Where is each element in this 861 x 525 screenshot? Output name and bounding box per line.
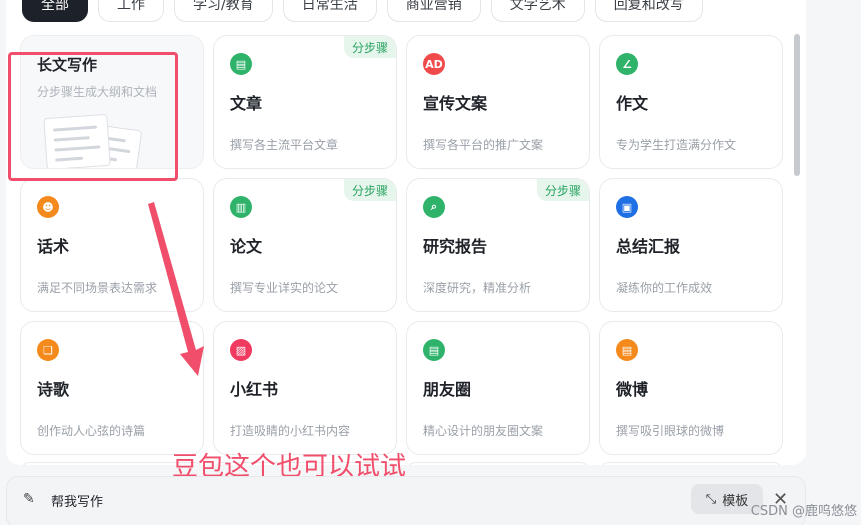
card-desc: 创作动人心弦的诗篇 — [37, 424, 146, 438]
tab-3[interactable]: 日常生活 — [282, 0, 377, 22]
collapse-icon: ⤡ — [705, 491, 717, 507]
template-button-label: 模板 — [722, 493, 749, 509]
step-badge: 分步骤 — [343, 36, 396, 58]
tab-0[interactable]: 全部 — [22, 0, 88, 22]
tab-5[interactable]: 文学艺术 — [490, 0, 585, 22]
card-summary[interactable]: ▣ 总结汇报凝练你的工作成效 — [599, 178, 783, 312]
annotation-highlight-box — [8, 52, 178, 181]
card-desc: 撰写各平台的推广文案 — [423, 138, 544, 152]
tab-6[interactable]: 回复和改写 — [594, 0, 703, 22]
card-desc: 凝练你的工作成效 — [616, 281, 713, 295]
card-ad[interactable]: AD 宣传文案撰写各平台的推广文案 — [406, 35, 590, 169]
card-desc: 撰写专业详实的论文 — [230, 281, 339, 295]
tab-2[interactable]: 学习/教育 — [174, 0, 273, 22]
card-bar-chart[interactable]: ▥ 论文撰写专业详实的论文 分步骤 — [213, 178, 397, 312]
speech-icon: ☻ — [37, 196, 59, 218]
moments-icon: ▤ — [423, 339, 445, 361]
scrollbar-thumb[interactable] — [794, 34, 800, 176]
scrollbar[interactable] — [794, 34, 800, 454]
card-title: 文章 — [230, 94, 263, 113]
ad-icon: AD — [423, 53, 445, 75]
card-title: 话术 — [37, 237, 70, 256]
card-title: 论文 — [230, 237, 263, 256]
card-image[interactable]: ▨ 小红书打造吸睛的小红书内容 — [213, 321, 397, 455]
tab-1[interactable]: 工作 — [98, 0, 164, 22]
card-title: 朋友圈 — [423, 380, 472, 399]
card-title: 宣传文案 — [423, 94, 488, 113]
card-title: 小红书 — [230, 380, 279, 399]
card-desc: 撰写吸引眼球的微博 — [616, 424, 725, 438]
card-title: 微博 — [616, 380, 649, 399]
tab-4[interactable]: 商业营销 — [386, 0, 481, 22]
bar-chart-icon: ▥ — [230, 196, 252, 218]
card-desc: 专为学生打造满分作文 — [616, 138, 737, 152]
weibo-icon: ▤ — [616, 339, 638, 361]
card-title: 研究报告 — [423, 237, 488, 256]
annotation-arrow-icon — [148, 202, 204, 376]
card-pen[interactable]: ∠ 作文专为学生打造满分作文 — [599, 35, 783, 169]
card-research[interactable]: ⌕ 研究报告深度研究，精准分析 分步骤 — [406, 178, 590, 312]
summary-icon: ▣ — [616, 196, 638, 218]
card-title: 诗歌 — [37, 380, 70, 399]
card-desc: 满足不同场景表达需求 — [37, 281, 158, 295]
card-document[interactable]: ▤ 文章撰写各主流平台文章 分步骤 — [213, 35, 397, 169]
pen-icon: ∠ — [616, 53, 638, 75]
image-icon: ▨ — [230, 339, 252, 361]
research-icon: ⌕ — [423, 196, 445, 218]
watermark: CSDN @鹿呜悠悠 — [750, 504, 857, 519]
write-input-bar[interactable]: ✎ 帮我写作 ⤡ 模板 ✕ — [6, 476, 806, 525]
card-title: 作文 — [616, 94, 649, 113]
card-desc: 打造吸睛的小红书内容 — [230, 424, 351, 438]
step-badge: 分步骤 — [343, 179, 396, 201]
document-icon: ▤ — [230, 53, 252, 75]
card-desc: 精心设计的朋友圈文案 — [423, 424, 544, 438]
card-title: 总结汇报 — [616, 237, 681, 256]
card-desc: 撰写各主流平台文章 — [230, 138, 339, 152]
card-moments[interactable]: ▤ 朋友圈精心设计的朋友圈文案 — [406, 321, 590, 455]
card-desc: 深度研究，精准分析 — [423, 281, 532, 295]
poem-icon: ❏ — [37, 339, 59, 361]
step-badge: 分步骤 — [536, 179, 589, 201]
category-tabs: 全部 工作 学习/教育 日常生活 商业营销 文学艺术 回复和改写 — [22, 0, 703, 22]
magic-wand-icon: ✎ — [23, 491, 35, 507]
card-weibo[interactable]: ▤ 微博撰写吸引眼球的微博 — [599, 321, 783, 455]
write-mode-label: 帮我写作 — [51, 495, 104, 510]
